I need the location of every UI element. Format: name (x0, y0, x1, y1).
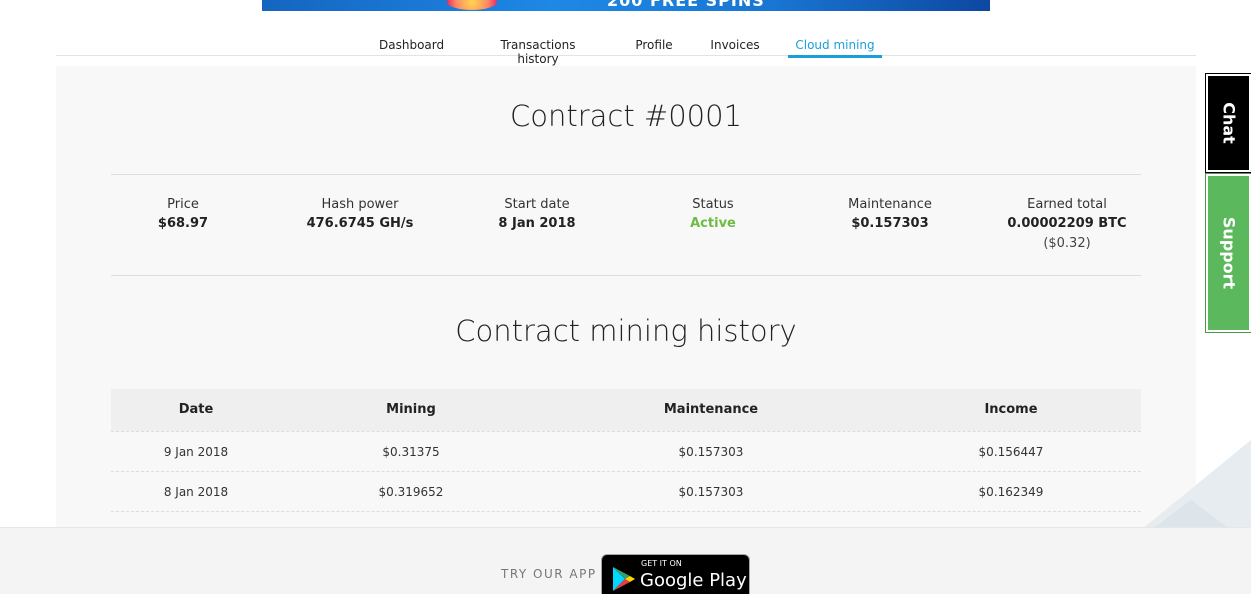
chat-tab-label: Chat (1219, 102, 1238, 144)
stat-label: Hash power (321, 197, 399, 212)
ad-banner[interactable]: 200 FREE SPINS (262, 0, 990, 11)
column-header-date: Date (178, 402, 214, 417)
stat-subvalue: ($0.32) (1043, 236, 1091, 251)
footer: TRY OUR APP GET IT ON Google Play (0, 527, 1251, 594)
mining-history-table: Date Mining Maintenance Income 9 Jan 201… (111, 389, 1141, 531)
banner-character-image (447, 0, 497, 10)
cell-date: 9 Jan 2018 (163, 445, 229, 459)
divider (111, 275, 1141, 276)
nav-profile[interactable]: Profile (634, 38, 674, 58)
table-row: 8 Jan 2018 $0.319652 $0.157303 $0.162349 (111, 471, 1141, 511)
stat-price: Price $68.97 (95, 196, 271, 234)
divider (111, 174, 1141, 175)
account-nav: Dashboard Transactions history Profile I… (56, 30, 1196, 66)
stat-label: Earned total (1027, 197, 1107, 212)
stat-value: 476.6745 GH/s (306, 216, 414, 231)
banner-text: 200 FREE SPINS (607, 0, 765, 10)
stat-earned-total: Earned total 0.00002209 BTC ($0.32) (979, 196, 1155, 254)
status-badge: Active (690, 216, 736, 231)
stat-label: Maintenance (848, 197, 932, 212)
support-tab[interactable]: Support (1205, 173, 1251, 333)
table-header: Date Mining Maintenance Income (111, 389, 1141, 431)
stat-value: $68.97 (157, 216, 209, 231)
try-our-app-label: TRY OUR APP (501, 567, 597, 581)
column-header-maintenance: Maintenance (663, 402, 759, 417)
stat-maintenance: Maintenance $0.157303 (802, 196, 978, 234)
stat-label: Status (692, 197, 734, 212)
cell-maintenance: $0.157303 (678, 485, 744, 499)
column-header-income: Income (984, 402, 1038, 417)
nav-invoices[interactable]: Invoices (710, 38, 760, 58)
cell-income: $0.162349 (978, 485, 1044, 499)
cell-date: 8 Jan 2018 (163, 485, 229, 499)
stat-value: 8 Jan 2018 (498, 216, 576, 231)
nav-dashboard[interactable]: Dashboard (379, 38, 444, 58)
contract-panel: Contract #0001 Price $68.97 Hash power 4… (56, 66, 1196, 527)
google-play-button[interactable]: GET IT ON Google Play (601, 554, 750, 594)
column-header-mining: Mining (386, 402, 436, 417)
contract-title: Contract #0001 (509, 99, 743, 133)
stat-value: $0.157303 (851, 216, 929, 231)
cell-mining: $0.319652 (378, 485, 444, 499)
store-name-label: Google Play (640, 570, 747, 591)
cell-maintenance: $0.157303 (678, 445, 744, 459)
cell-income: $0.156447 (978, 445, 1044, 459)
background-decoration (1141, 440, 1251, 530)
nav-transactions-history[interactable]: Transactions history (479, 38, 597, 66)
stat-value: 0.00002209 BTC (1007, 216, 1127, 231)
stat-start-date: Start date 8 Jan 2018 (449, 196, 625, 234)
cell-mining: $0.31375 (382, 445, 440, 459)
table-row: 9 Jan 2018 $0.31375 $0.157303 $0.156447 (111, 431, 1141, 471)
history-title: Contract mining history (455, 314, 797, 348)
store-small-label: GET IT ON (641, 559, 682, 568)
stat-label: Start date (504, 197, 570, 212)
google-play-icon (613, 567, 635, 591)
chat-tab[interactable]: Chat (1205, 73, 1251, 173)
nav-cloud-mining[interactable]: Cloud mining (788, 38, 882, 58)
stat-hash-power: Hash power 476.6745 GH/s (272, 196, 448, 234)
page: 200 FREE SPINS Dashboard Transactions hi… (0, 0, 1251, 594)
stat-label: Price (167, 197, 199, 212)
support-tab-label: Support (1219, 216, 1238, 290)
stat-status: Status Active (625, 196, 801, 234)
